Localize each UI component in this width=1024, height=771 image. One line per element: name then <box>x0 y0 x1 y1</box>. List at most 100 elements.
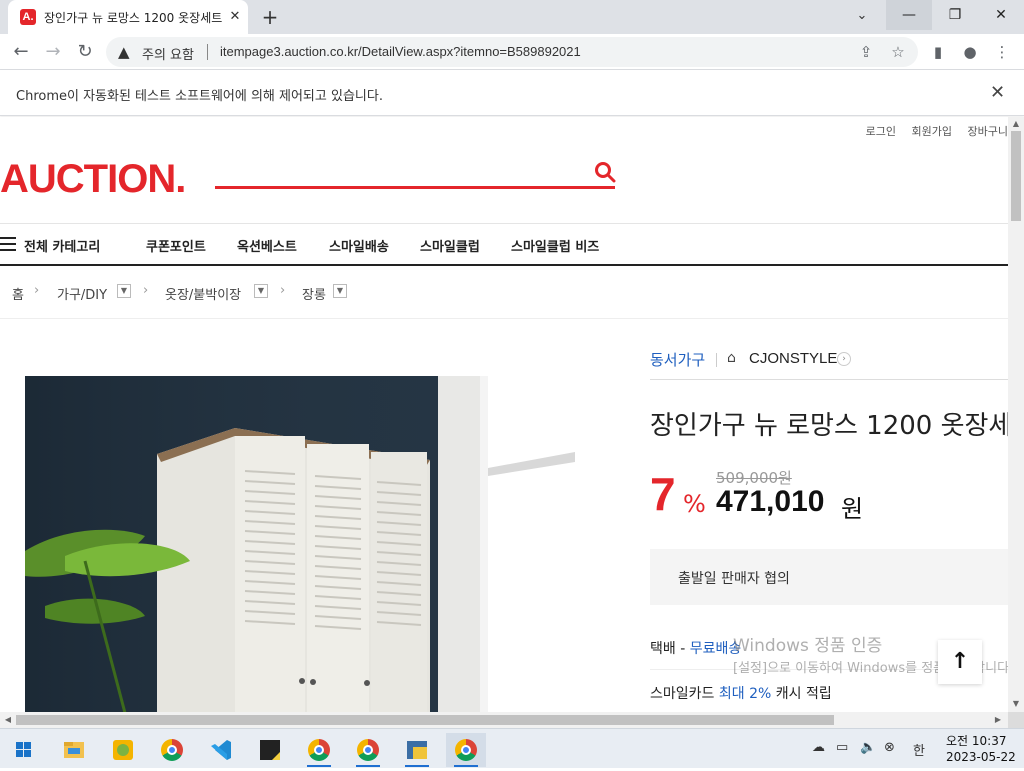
global-nav: 전체 카테고리 쿠폰포인트 옥션베스트 스마일배송 스마일클럽 스마일클럽 비즈 <box>0 224 1008 266</box>
search-icon[interactable] <box>594 161 616 183</box>
search-underline <box>215 186 615 189</box>
breadcrumb-level-2[interactable]: 옷장/붙박이장 <box>165 284 241 303</box>
smilecard-label: 스마일카드 <box>650 686 715 702</box>
home-store-icon: ⌂ <box>727 350 736 366</box>
chrome-icon <box>308 739 330 761</box>
cart-link[interactable]: 장바구니 <box>968 125 1008 138</box>
reload-icon[interactable]: ↻ <box>72 39 98 65</box>
login-link[interactable]: 로그인 <box>866 125 896 138</box>
delivery-label: 택배 - <box>650 641 686 657</box>
scroll-right-arrow-icon[interactable]: ▶ <box>990 715 1006 724</box>
search-input[interactable] <box>215 157 585 185</box>
chevron-right-icon: › <box>34 283 40 298</box>
chrome-taskbar-button[interactable] <box>348 733 388 767</box>
python-icon <box>407 741 427 759</box>
nav-coupon-point[interactable]: 쿠폰포인트 <box>146 236 206 255</box>
utility-nav: 로그인 회원가입 장바구니 <box>854 123 1008 139</box>
chevron-down-icon[interactable]: ▼ <box>117 284 131 298</box>
chrome-icon <box>357 739 379 761</box>
browser-toolbar: ← → ↻ ▲ 주의 요함 itempage3.auction.co.kr/De… <box>0 34 1024 70</box>
chrome-taskbar-button[interactable] <box>299 733 339 767</box>
hamburger-menu-icon[interactable] <box>0 237 16 251</box>
nav-smile-club-biz[interactable]: 스마일클럽 비즈 <box>511 236 599 255</box>
forward-arrow-icon[interactable]: → <box>40 39 66 65</box>
breadcrumb-level-1[interactable]: 가구/DIY <box>57 284 107 303</box>
auction-logo[interactable]: AUCTION. <box>0 157 186 202</box>
breadcrumb-home[interactable]: 홈 <box>12 284 24 303</box>
minimize-button[interactable]: — <box>886 0 932 30</box>
new-tab-button[interactable]: + <box>258 5 282 29</box>
vscode-button[interactable] <box>201 733 241 767</box>
info-divider <box>650 379 1008 380</box>
chrome-taskbar-button[interactable] <box>152 733 192 767</box>
vertical-scroll-thumb[interactable] <box>1011 131 1021 221</box>
scroll-down-arrow-icon[interactable]: ▼ <box>1008 699 1024 708</box>
sale-price: 471,010 <box>716 485 825 518</box>
windows-logo-icon <box>16 742 31 757</box>
restore-button[interactable]: ❐ <box>932 0 978 30</box>
product-title: 장인가구 뉴 로망스 1200 옷장세트 <box>650 411 1008 441</box>
store-link[interactable]: CJONSTYLE <box>749 350 837 367</box>
seller-divider <box>716 353 717 367</box>
vscode-icon <box>211 740 231 760</box>
clock-date[interactable]: 2023-05-22 <box>946 750 1016 764</box>
chrome-taskbar-button[interactable] <box>446 733 486 767</box>
signup-link[interactable]: 회원가입 <box>912 125 952 138</box>
python-button[interactable] <box>397 733 437 767</box>
price-unit: 원 <box>841 495 864 523</box>
horizontal-scrollbar[interactable]: ◀ ▶ <box>0 712 1008 728</box>
seller-link[interactable]: 동서가구 <box>650 349 705 370</box>
scroll-up-arrow-icon[interactable]: ▲ <box>1008 119 1024 128</box>
share-icon[interactable]: ⇪ <box>854 40 878 64</box>
sticky-notes-button[interactable] <box>250 733 290 767</box>
chevron-right-circle-icon[interactable]: › <box>837 352 851 366</box>
url-text[interactable]: itempage3.auction.co.kr/DetailView.aspx?… <box>220 44 581 59</box>
scroll-to-top-button[interactable]: ↑ <box>938 640 982 684</box>
notification-icon[interactable]: ⊗ <box>884 740 895 755</box>
security-status-label[interactable]: 주의 요함 <box>142 44 194 63</box>
page-content: 로그인 회원가입 장바구니 AUCTION. 전체 카테고리 쿠폰포인트 옥션베… <box>0 117 1008 713</box>
sticky-notes-icon <box>260 740 280 760</box>
vertical-scrollbar[interactable]: ▲ ▼ <box>1008 117 1024 713</box>
chrome-icon <box>455 739 477 761</box>
bookmark-star-icon[interactable]: ☆ <box>886 40 910 64</box>
ime-indicator[interactable]: 한 <box>913 740 925 759</box>
volume-muted-icon[interactable]: 🔈 <box>860 740 876 755</box>
network-icon[interactable]: ☁ <box>812 740 825 755</box>
ship-notice-box: 출발일 판매자 협의 <box>650 549 1008 605</box>
nav-smile-club[interactable]: 스마일클럽 <box>420 236 480 255</box>
all-categories-button[interactable]: 전체 카테고리 <box>24 236 100 255</box>
smilecard-suffix: 캐시 적립 <box>775 686 832 702</box>
clock-time[interactable]: 오전 10:37 <box>946 732 1006 749</box>
ship-notice-text: 출발일 판매자 협의 <box>678 571 790 587</box>
chevron-down-icon[interactable]: ▼ <box>254 284 268 298</box>
discount-percent-sign: % <box>683 490 706 518</box>
address-bar[interactable]: ▲ 주의 요함 itempage3.auction.co.kr/DetailVi… <box>106 37 918 67</box>
tab-search-chevron-icon[interactable]: ⌄ <box>850 4 874 28</box>
display-icon[interactable]: ▭ <box>836 740 848 755</box>
scroll-left-arrow-icon[interactable]: ◀ <box>0 715 16 724</box>
side-panel-icon[interactable]: ▮ <box>926 40 950 64</box>
warning-triangle-icon[interactable]: ▲ <box>118 43 136 61</box>
file-explorer-button[interactable] <box>54 733 94 767</box>
start-button[interactable] <box>4 733 44 767</box>
chrome-icon <box>161 739 183 761</box>
windows-taskbar: ☁ ▭ 🔈 ⊗ 한 오전 10:37 2023-05-22 <box>0 728 1024 768</box>
nav-auction-best[interactable]: 옥션베스트 <box>237 236 297 255</box>
close-window-button[interactable]: ✕ <box>978 0 1024 30</box>
product-image[interactable] <box>25 376 575 713</box>
back-arrow-icon[interactable]: ← <box>8 39 34 65</box>
folder-icon <box>64 742 84 758</box>
nav-smile-delivery[interactable]: 스마일배송 <box>329 236 389 255</box>
tab-close-icon[interactable]: ✕ <box>226 8 244 26</box>
kebab-menu-icon[interactable]: ⋮ <box>990 40 1014 64</box>
infobar-close-icon[interactable]: ✕ <box>990 82 1005 103</box>
horizontal-scroll-thumb[interactable] <box>16 715 834 725</box>
profile-avatar-icon[interactable]: ● <box>958 40 982 64</box>
breadcrumb-level-3[interactable]: 장롱 <box>302 284 326 303</box>
chevron-down-icon[interactable]: ▼ <box>333 284 347 298</box>
browser-tab[interactable]: A. 장인가구 뉴 로망스 1200 옷장세트 ✕ <box>8 0 248 34</box>
smilecard-value[interactable]: 최대 2% <box>719 686 771 702</box>
tab-strip: A. 장인가구 뉴 로망스 1200 옷장세트 ✕ + ⌄ — ❐ ✕ <box>0 0 1024 34</box>
paint-button[interactable] <box>103 733 143 767</box>
